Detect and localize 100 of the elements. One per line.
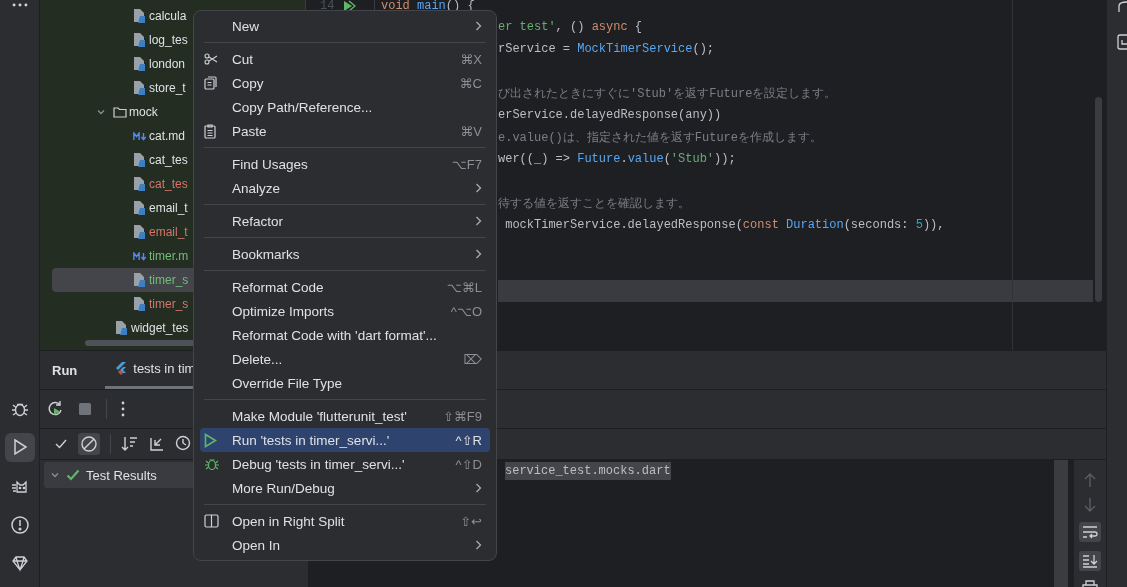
- shortcut-label: ⌥⌘L: [446, 279, 482, 295]
- code-line: wer((_) => Future.value('Stub'));: [498, 152, 736, 166]
- run-tool-button[interactable]: [4, 432, 35, 463]
- menu-item[interactable]: New: [200, 14, 490, 38]
- clock-icon[interactable]: [175, 435, 193, 453]
- panel-title: Run: [52, 362, 78, 378]
- shortcut-label: ⌘C: [459, 75, 482, 91]
- dart-file-icon: [115, 320, 129, 336]
- file-name: timer_s: [149, 273, 189, 287]
- shortcut-label: ^⌥O: [450, 303, 482, 319]
- dart-file-icon: [133, 224, 147, 240]
- menu-label: Reformat Code with 'dart format'...: [232, 327, 438, 343]
- menu-item[interactable]: Optimize Imports ^⌥O: [200, 299, 490, 323]
- dart-file-icon: [133, 32, 147, 48]
- run-icon: [204, 432, 217, 448]
- file-name: log_tes: [149, 33, 188, 47]
- dart-file-icon: [133, 200, 147, 216]
- menu-item[interactable]: Copy ⌘C: [200, 71, 490, 95]
- shortcut-label: ⇧↩: [460, 513, 482, 529]
- file-name: cat_tes: [149, 153, 188, 167]
- shortcut-label: ⌘X: [460, 51, 482, 67]
- menu-label: Make Module 'flutterunit_test': [232, 408, 408, 424]
- menu-label: Copy: [232, 75, 265, 91]
- dart-file-icon: [133, 152, 147, 168]
- menu-item[interactable]: Cut ⌘X: [200, 47, 490, 71]
- file-name: timer.m: [149, 249, 189, 263]
- code-line: mockTimerService.delayedResponse(const Duration(seconds: 5)),: [504, 218, 945, 232]
- split-view-icon: [204, 514, 219, 528]
- clipboard-icon: [204, 123, 216, 139]
- menu-item[interactable]: Reformat Code with 'dart format'...: [200, 323, 490, 347]
- stop-icon[interactable]: [78, 402, 92, 416]
- file-name: store_t: [149, 81, 186, 95]
- dart-file-icon: [133, 8, 147, 24]
- ignored-filter-button[interactable]: [78, 433, 100, 455]
- code-line: e.value()は、指定された値を返すFutureを作成します。: [498, 129, 823, 146]
- menu-item[interactable]: Bookmarks: [200, 242, 490, 266]
- file-name: email_t: [149, 225, 188, 239]
- scissors-icon: [204, 53, 218, 65]
- menu-label: Cut: [232, 51, 254, 67]
- print-icon[interactable]: [1082, 580, 1098, 587]
- more-icon[interactable]: [121, 401, 125, 417]
- shortcut-label: ⌥F7: [451, 156, 482, 172]
- menu-item[interactable]: Paste ⌘V: [200, 119, 490, 143]
- sort-icon[interactable]: [121, 436, 139, 452]
- dart-file-icon: [133, 80, 147, 96]
- scroll-bar[interactable]: [1095, 97, 1102, 302]
- scroll-bar[interactable]: [1054, 460, 1068, 587]
- menu-item[interactable]: Find Usages ⌥F7: [200, 152, 490, 176]
- file-name: cat_tes: [149, 177, 188, 191]
- menu-label: Optimize Imports: [232, 303, 336, 319]
- scroll-down-icon: [1082, 554, 1098, 568]
- file-name: timer_s: [149, 297, 189, 311]
- soft-wrap-button[interactable]: [1079, 522, 1101, 542]
- menu-item[interactable]: Open in Right Split ⇧↩: [200, 509, 490, 533]
- menu-item[interactable]: Analyze: [200, 176, 490, 200]
- file-name: widget_tes: [131, 321, 189, 335]
- warning-icon: [9, 514, 30, 535]
- code-line: er test', () async {: [498, 20, 643, 34]
- shortcut-label: ⌦: [463, 351, 482, 367]
- menu-item[interactable]: Make Module 'flutterunit_test' ⇧⌘F9: [200, 404, 490, 428]
- dart-file-icon: [133, 272, 147, 288]
- file-name: cat.md: [149, 129, 185, 143]
- menu-label: Run 'tests in timer_servi...': [232, 432, 391, 448]
- menu-label: Copy Path/Reference...: [232, 99, 374, 115]
- menu-label: Open in Right Split: [232, 513, 346, 529]
- dart-file-icon: [133, 56, 147, 72]
- prohibited-icon: [80, 435, 98, 453]
- markdown-file-icon: [133, 131, 147, 141]
- menu-item[interactable]: Open In: [200, 533, 490, 557]
- shortcut-label: ^⇧R: [455, 432, 482, 448]
- menu-label: Refactor: [232, 213, 285, 229]
- code-line: 待する値を返すことを確認します。: [498, 195, 690, 212]
- code-line: erService.delayedResponse(any)): [498, 108, 722, 122]
- rerun-icon[interactable]: [46, 400, 64, 418]
- menu-label: Open In: [232, 537, 282, 553]
- copy-icon: [204, 76, 217, 90]
- shortcut-label: ⇧⌘F9: [442, 408, 482, 424]
- dart-file-icon: [133, 296, 147, 312]
- check-icon[interactable]: [54, 437, 68, 451]
- menu-item[interactable]: Copy Path/Reference...: [200, 95, 490, 119]
- folder-icon: [113, 106, 127, 118]
- flutter-icon: [115, 361, 128, 376]
- more-icon[interactable]: [10, 2, 29, 8]
- shortcut-label: ⌘V: [460, 123, 482, 139]
- menu-item[interactable]: Refactor: [200, 209, 490, 233]
- menu-item[interactable]: Run 'tests in timer_servi...' ^⇧R: [200, 428, 490, 452]
- scroll-to-end-button[interactable]: [1079, 551, 1101, 571]
- chevron-icon[interactable]: [50, 470, 60, 480]
- file-name: mock: [129, 105, 158, 119]
- chevron-icon[interactable]: [96, 107, 106, 117]
- run-gutter-icon[interactable]: [342, 0, 356, 12]
- menu-label: New: [232, 18, 260, 34]
- file-name: calcula: [149, 9, 187, 23]
- menu-label: Delete...: [232, 351, 284, 367]
- test-results-label: Test Results: [86, 467, 157, 483]
- menu-label: Override File Type: [232, 375, 344, 391]
- file-name: london: [149, 57, 186, 71]
- collapse-icon[interactable]: [149, 436, 165, 452]
- menu-label: Bookmarks: [232, 246, 301, 262]
- shortcut-label: ^⇧D: [455, 456, 482, 472]
